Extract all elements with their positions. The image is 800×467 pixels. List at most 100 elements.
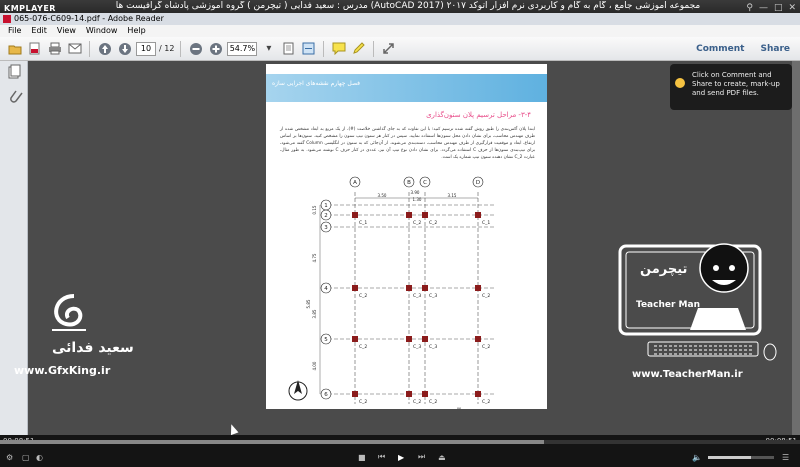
column-tag: C_3 xyxy=(429,344,437,350)
page-total: / 12 xyxy=(159,44,175,53)
pdf-page: فصل چهارم نقشه‌های اجرایی سازه ۳-۴- مراح… xyxy=(266,64,547,409)
reader-window-title: 065-076-C609-14.pdf - Adobe Reader xyxy=(14,14,164,23)
column-square xyxy=(406,336,412,342)
page-number-input[interactable]: 10 xyxy=(136,41,156,56)
create-pdf-icon[interactable] xyxy=(26,40,43,57)
eject-icon[interactable]: ⏏ xyxy=(438,453,446,462)
column-square xyxy=(475,212,481,218)
print-icon[interactable] xyxy=(46,40,63,57)
dimension-label-top: 3.90 xyxy=(411,190,420,195)
zoom-out-icon[interactable] xyxy=(187,40,204,57)
column-tag: C_2 xyxy=(482,399,490,405)
menu-file[interactable]: File xyxy=(8,25,21,37)
playlist-icon[interactable]: ☰ xyxy=(782,453,789,462)
page-number-label: ۷۴ xyxy=(457,406,462,409)
navigation-icons xyxy=(8,64,23,103)
zoom-level-input[interactable]: 54.7% xyxy=(227,41,258,56)
dimension-label-side: 5.85 xyxy=(306,299,311,308)
lightbulb-icon xyxy=(675,78,685,88)
dimension-label-side: 3.85 xyxy=(312,309,317,318)
column-tag: C_2 xyxy=(359,293,367,299)
axis-label-row: 1 xyxy=(324,203,328,209)
column-tag: C_1 xyxy=(482,220,490,226)
column-square xyxy=(422,391,428,397)
column-square xyxy=(352,336,358,342)
zoom-in-icon[interactable] xyxy=(207,40,224,57)
open-icon[interactable] xyxy=(6,40,23,57)
three-d-icon[interactable]: ◐ xyxy=(36,453,43,462)
next-page-icon[interactable] xyxy=(116,40,133,57)
column-tag: C_2 xyxy=(482,344,490,350)
watermark-url-left: www.GfxKing.ir xyxy=(14,364,111,377)
next-icon[interactable]: ⏭ xyxy=(418,452,425,462)
column-square xyxy=(422,285,428,291)
axis-label-column: B xyxy=(407,180,411,186)
close-icon[interactable]: ✕ xyxy=(788,3,796,13)
previous-page-icon[interactable] xyxy=(96,40,113,57)
attachments-icon[interactable] xyxy=(10,90,23,103)
column-square xyxy=(352,285,358,291)
vertical-scrollbar[interactable] xyxy=(792,61,800,435)
navigation-pane xyxy=(0,61,28,435)
highlight-icon[interactable] xyxy=(350,40,367,57)
dimension-label-side: 0.15 xyxy=(312,205,317,214)
dimension-label-top: 1.30 xyxy=(413,197,422,202)
reader-title-bar: 065-076-C609-14.pdf - Adobe Reader xyxy=(0,13,800,25)
seek-bar[interactable] xyxy=(0,440,800,444)
task-links: Comment Share xyxy=(696,44,790,54)
maximize-icon[interactable]: □ xyxy=(774,3,783,13)
volume-icon[interactable]: 🔈 xyxy=(692,453,702,462)
north-arrow-icon xyxy=(288,380,308,401)
share-link[interactable]: Share xyxy=(760,44,790,54)
expand-icon[interactable] xyxy=(380,40,397,57)
email-icon[interactable] xyxy=(66,40,83,57)
axis-label-column: A xyxy=(353,180,357,186)
sticky-note-icon[interactable] xyxy=(330,40,347,57)
column-tag: C_2 xyxy=(429,220,437,226)
toolbar-separator xyxy=(323,40,325,57)
column-square xyxy=(352,212,358,218)
column-square xyxy=(475,285,481,291)
column-tag: C_2 xyxy=(413,399,421,405)
column-square xyxy=(422,212,428,218)
page-thumbnails-icon[interactable] xyxy=(8,64,21,79)
column-square xyxy=(406,391,412,397)
teacherman-logo-text: تیچرمن xyxy=(640,262,688,277)
tooltip-text: Click on Comment and Share to create, ma… xyxy=(692,71,780,97)
minimize-icon[interactable]: — xyxy=(759,3,768,13)
axis-label-column: D xyxy=(476,180,480,186)
seek-progress xyxy=(0,440,544,444)
comment-link[interactable]: Comment xyxy=(696,44,744,54)
plan-labels: C_1 C_2 C_2 C_1 C_2 C_3 C_3 C_2 C_2 C_3 C_3 C_2 C_2 C… xyxy=(306,176,490,405)
pin-icon[interactable]: ⚲ xyxy=(746,3,753,13)
column-tag: C_2 xyxy=(359,344,367,350)
volume-slider[interactable] xyxy=(708,456,774,459)
settings-icon[interactable]: ⚙ xyxy=(6,453,13,462)
column-square xyxy=(352,391,358,397)
column-tag: C_2 xyxy=(429,399,437,405)
axis-label-row: 4 xyxy=(324,286,328,292)
dimension-label-side: 4.75 xyxy=(312,253,317,262)
menu-window[interactable]: Window xyxy=(86,25,118,37)
screen: KMPLAYER مجموعه آموزشی جامع ، گام به گام… xyxy=(0,0,800,467)
fit-page-icon[interactable] xyxy=(280,40,297,57)
fit-width-icon[interactable] xyxy=(300,40,317,57)
axis-label-row: 6 xyxy=(324,392,328,398)
column-square xyxy=(406,285,412,291)
menu-edit[interactable]: Edit xyxy=(31,25,47,37)
column-plan-drawing: C_1 C_2 C_2 C_1 C_2 C_3 C_3 C_2 C_2 C_3 C_3 C_2 C_2 C… xyxy=(288,176,494,405)
play-icon[interactable]: ▶ xyxy=(398,453,404,462)
axis-label-column: C xyxy=(423,180,427,186)
toolbar: 10 / 12 54.7% ▾ Comment Share xyxy=(0,37,800,61)
previous-icon[interactable]: ⏮ xyxy=(378,452,385,462)
column-tag: C_3 xyxy=(413,344,421,350)
column-square xyxy=(475,391,481,397)
stop-icon[interactable]: ■ xyxy=(358,453,366,462)
menu-help[interactable]: Help xyxy=(127,25,145,37)
column-tag: C_2 xyxy=(413,220,421,226)
zoom-dropdown-icon[interactable]: ▾ xyxy=(260,40,277,57)
capture-icon[interactable]: ▢ xyxy=(22,453,30,462)
teacherman-brand: Teacher Man xyxy=(636,300,700,310)
plan-grid xyxy=(319,192,494,404)
menu-view[interactable]: View xyxy=(57,25,76,37)
